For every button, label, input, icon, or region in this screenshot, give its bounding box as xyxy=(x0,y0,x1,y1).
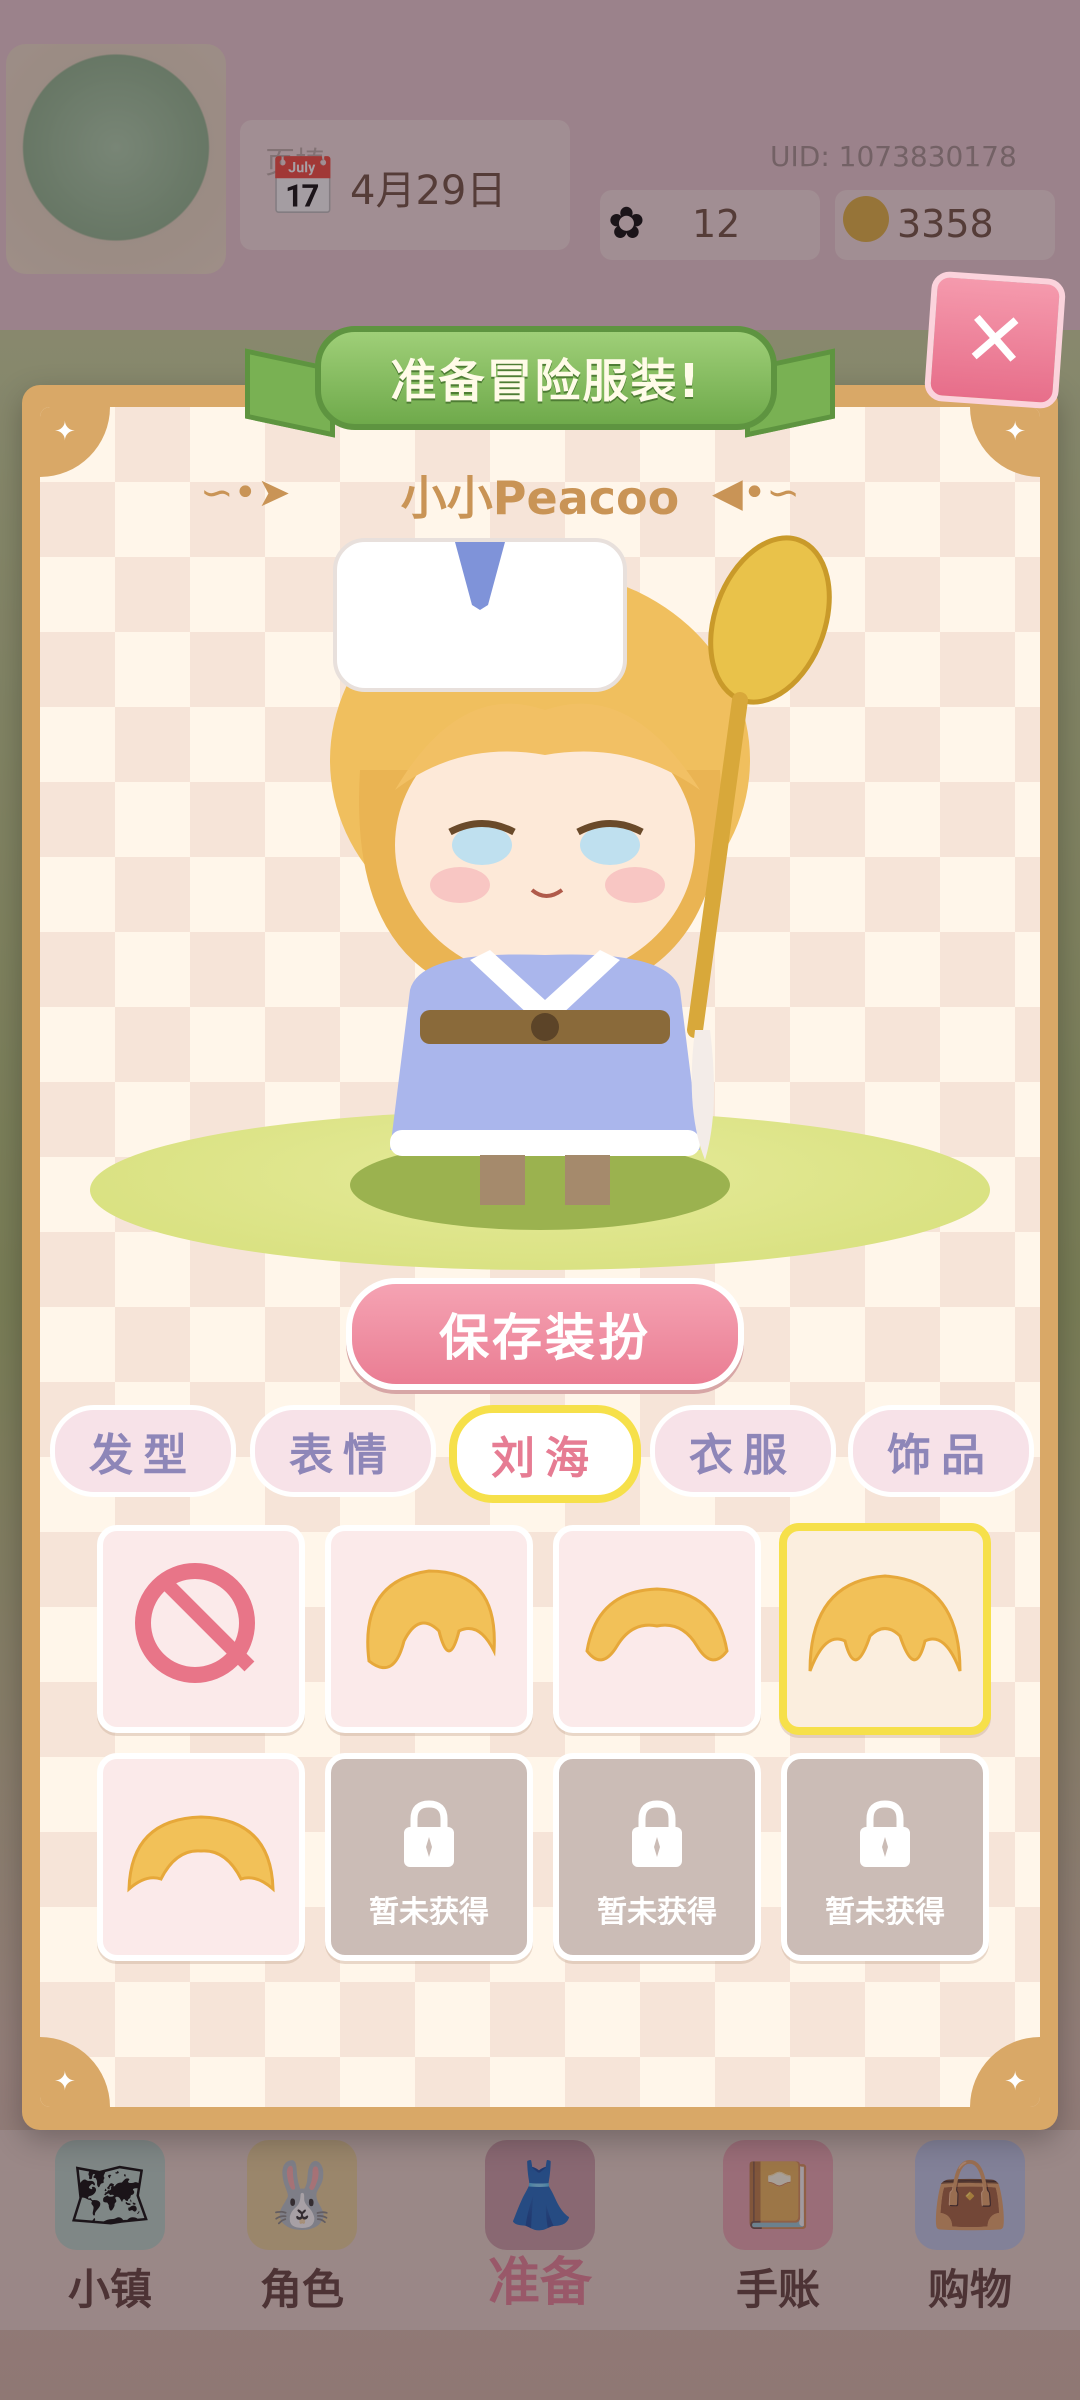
save-outfit-label: 保存装扮 xyxy=(439,1309,651,1367)
title-banner: 准备冒险服装! xyxy=(245,318,835,438)
close-icon: ✕ xyxy=(960,292,1030,387)
tab-hairstyle[interactable]: 发型 xyxy=(50,1405,236,1497)
lock-icon xyxy=(404,1800,454,1867)
tab-accessories[interactable]: 饰品 xyxy=(848,1405,1034,1497)
item-slot-bangs-1[interactable] xyxy=(325,1525,533,1733)
bangs-style-2-icon xyxy=(585,1587,729,1662)
modal-title: 准备冒险服装! xyxy=(390,354,702,408)
save-outfit-button[interactable]: 保存装扮 xyxy=(346,1278,744,1390)
item-slot-locked[interactable]: 暂未获得 xyxy=(553,1753,761,1961)
lock-icon xyxy=(860,1800,910,1867)
locked-label: 暂未获得 xyxy=(597,1895,717,1930)
tab-label: 衣服 xyxy=(689,1430,797,1481)
chef-hat xyxy=(333,538,627,692)
item-slot-bangs-3[interactable] xyxy=(779,1523,991,1735)
bangs-style-4-icon xyxy=(127,1815,275,1893)
banner-body: 准备冒险服装! xyxy=(315,326,777,430)
item-slot-none[interactable] xyxy=(97,1525,305,1733)
locked-label: 暂未获得 xyxy=(369,1895,489,1930)
locked-label: 暂未获得 xyxy=(825,1895,945,1930)
sparkle-icon: ✦ xyxy=(1004,2067,1026,2097)
sparkle-icon: ✦ xyxy=(54,2067,76,2097)
golden-spoon xyxy=(687,535,832,1160)
tab-label: 刘海 xyxy=(491,1433,599,1484)
tab-label: 饰品 xyxy=(887,1430,995,1481)
tab-bangs[interactable]: 刘海 xyxy=(449,1405,641,1503)
lock-icon xyxy=(632,1800,682,1867)
sparkle-icon: ✦ xyxy=(1004,417,1026,447)
tab-expression[interactable]: 表情 xyxy=(250,1405,436,1497)
tab-clothes[interactable]: 衣服 xyxy=(650,1405,836,1497)
tab-label: 发型 xyxy=(89,1430,197,1481)
item-slot-locked[interactable]: 暂未获得 xyxy=(325,1753,533,1961)
character-coat xyxy=(390,950,700,1205)
item-slot-bangs-4[interactable] xyxy=(97,1753,305,1961)
none-icon xyxy=(135,1563,255,1683)
sparkle-icon: ✦ xyxy=(54,417,76,447)
bangs-style-3-icon xyxy=(808,1574,962,1672)
close-button[interactable]: ✕ xyxy=(923,270,1067,410)
tab-label: 表情 xyxy=(289,1430,397,1481)
bangs-style-1-icon xyxy=(366,1569,496,1670)
character-preview xyxy=(330,535,832,1205)
item-slot-locked[interactable]: 暂未获得 xyxy=(781,1753,989,1961)
item-slot-bangs-2[interactable] xyxy=(553,1525,761,1733)
